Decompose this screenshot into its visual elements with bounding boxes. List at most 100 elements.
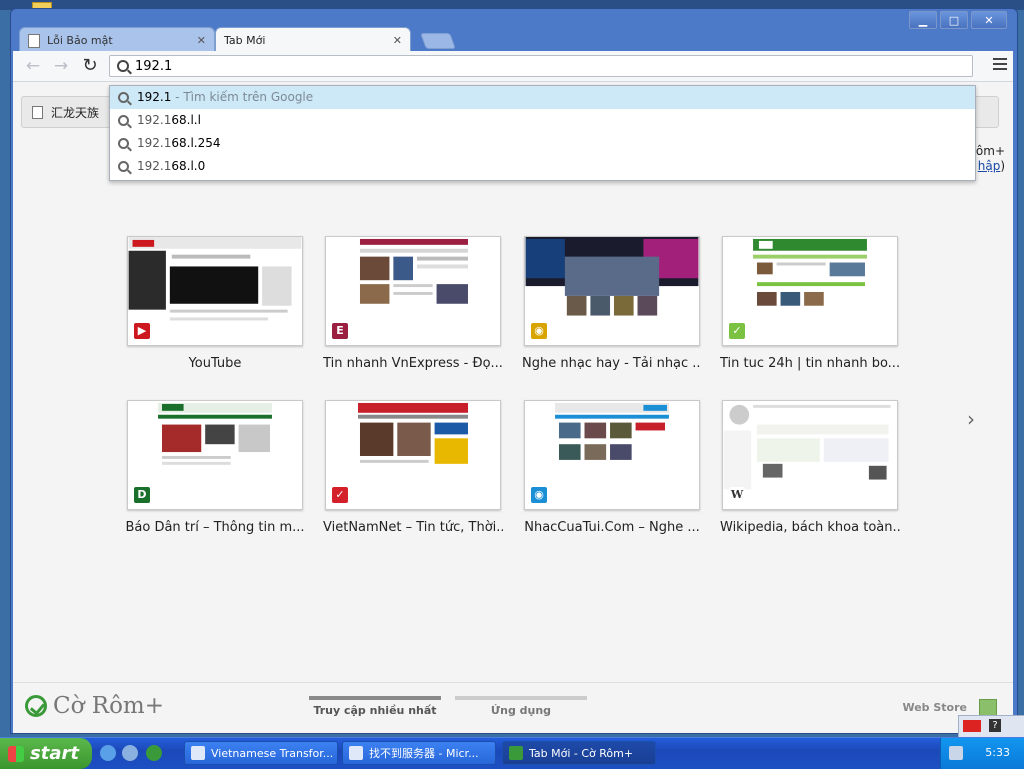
taskbar-item-label: Vietnamese Transfor... bbox=[211, 746, 334, 760]
suggestion-item[interactable]: 192.168.l.254 bbox=[110, 132, 975, 155]
back-button[interactable]: ← bbox=[23, 56, 43, 76]
signin-promo: ôm+ hập) bbox=[976, 144, 1005, 174]
tile-title[interactable]: NhacCuaTui.Com – Nghe ... bbox=[522, 520, 702, 535]
24h-favicon-icon: ✓ bbox=[729, 323, 745, 339]
tile-title[interactable]: YouTube bbox=[125, 356, 305, 371]
thumbnail-image bbox=[555, 402, 669, 460]
thumbnail-image bbox=[525, 237, 699, 316]
search-icon bbox=[117, 60, 129, 72]
language-bar[interactable]: ? bbox=[958, 715, 1024, 739]
thumbnail-image bbox=[358, 402, 468, 464]
next-page-arrow-icon[interactable]: › bbox=[967, 407, 975, 431]
taskbar-item-label: 找不到服务器 - Micr... bbox=[369, 747, 479, 760]
signin-paren: ) bbox=[1000, 159, 1005, 173]
windows-logo-icon bbox=[8, 745, 24, 762]
suggestion-completion: 68.l.l bbox=[171, 113, 201, 127]
system-tray: 5:33 bbox=[940, 738, 1024, 769]
suggestion-item[interactable]: 192.1 - Tìm kiếm trên Google bbox=[110, 86, 975, 109]
taskbar-item[interactable]: Vietnamese Transfor... bbox=[184, 741, 338, 765]
webstore-link[interactable]: Web Store bbox=[902, 701, 967, 714]
taskbar-item[interactable]: Tab Mới - Cờ Rôm+ bbox=[502, 741, 656, 765]
most-visited-tile-youtube[interactable]: ▶ bbox=[127, 236, 303, 346]
most-visited-tile-nhaccuatui[interactable]: ◉ bbox=[524, 400, 700, 510]
tab-close-icon[interactable]: ✕ bbox=[197, 34, 206, 47]
internet-explorer-icon bbox=[349, 746, 363, 760]
suggestion-completion: 68.l.254 bbox=[171, 136, 221, 150]
most-visited-tile-vietnamnet[interactable]: ✓ bbox=[325, 400, 501, 510]
bookmark-label: 汇龙天族 bbox=[51, 106, 100, 120]
tab-apps[interactable]: Ứng dụng bbox=[455, 696, 587, 717]
most-visited-tile-dantri[interactable]: D bbox=[127, 400, 303, 510]
suggestion-typed: 192.1 bbox=[137, 113, 172, 127]
most-visited-tile-24h[interactable]: ✓ bbox=[722, 236, 898, 346]
bookmark-item[interactable]: 汇龙天族 bbox=[32, 104, 99, 121]
most-visited-tile-nghenhac[interactable]: ◉ bbox=[524, 236, 700, 346]
tab-new-tab[interactable]: Tab Mới ✕ bbox=[215, 27, 411, 53]
vnexpress-favicon-icon: E bbox=[332, 323, 348, 339]
menu-button[interactable] bbox=[993, 58, 1007, 72]
thumbnail-image bbox=[158, 402, 272, 465]
forward-button[interactable]: → bbox=[51, 56, 71, 76]
taskbar-item[interactable]: 找不到服务器 - Micr... bbox=[342, 741, 496, 765]
start-label: start bbox=[30, 743, 79, 764]
suggestion-typed: 192.1 bbox=[137, 136, 172, 150]
suggestion-completion: 68.l.0 bbox=[171, 159, 206, 173]
coc-coc-quicklaunch-icon[interactable] bbox=[146, 745, 162, 761]
search-icon bbox=[118, 92, 129, 103]
close-window-button[interactable]: ✕ bbox=[971, 11, 1007, 29]
thumbnail-image bbox=[723, 404, 891, 490]
start-button[interactable]: start bbox=[0, 738, 92, 769]
omnibox[interactable] bbox=[109, 55, 973, 77]
clock[interactable]: 5:33 bbox=[985, 746, 1010, 759]
new-tab-button[interactable] bbox=[420, 33, 456, 49]
address-input[interactable] bbox=[135, 57, 955, 75]
reload-button[interactable]: ↻ bbox=[80, 56, 100, 76]
tab-label: Tab Mới bbox=[224, 34, 266, 47]
bottom-bar: Cờ Rôm+ Truy cập nhiều nhất Ứng dụng Web… bbox=[13, 682, 1013, 734]
signin-link[interactable]: hập bbox=[978, 159, 1001, 173]
tab-most-visited[interactable]: Truy cập nhiều nhất bbox=[309, 696, 441, 717]
toolbar: ← → ↻ bbox=[13, 51, 1013, 82]
minimize-button[interactable]: ▁ bbox=[909, 11, 937, 29]
most-visited-tile-vnexpress[interactable]: E bbox=[325, 236, 501, 346]
suggestion-item[interactable]: 192.168.l.l bbox=[110, 109, 975, 132]
tile-title[interactable]: Tin nhanh VnExpress - Đọ... bbox=[323, 356, 503, 371]
thumbnail-image bbox=[753, 238, 867, 306]
chinese-flag-icon bbox=[963, 720, 981, 732]
nghenhac-favicon-icon: ◉ bbox=[531, 323, 547, 339]
thumbnail-image bbox=[128, 237, 302, 321]
suggestion-hint: - Tìm kiếm trên Google bbox=[171, 90, 314, 104]
tile-title[interactable]: Wikipedia, bách khoa toàn... bbox=[720, 520, 900, 535]
tile-title[interactable]: VietNamNet – Tin tức, Thời... bbox=[323, 520, 503, 535]
logo-icon bbox=[25, 695, 47, 717]
browser-window: ▁ □ ✕ Lỗi Bảo mật ✕ Tab Mới ✕ ← → ↻ 192.… bbox=[10, 8, 1018, 734]
signin-text: ôm+ bbox=[975, 144, 1005, 158]
help-icon[interactable]: ? bbox=[989, 719, 1001, 732]
tile-title[interactable]: Tin tuc 24h | tin nhanh bo... bbox=[720, 356, 900, 371]
show-desktop-icon[interactable] bbox=[122, 745, 138, 761]
search-icon bbox=[118, 161, 129, 172]
menu-bar-icon bbox=[993, 58, 1007, 60]
thumbnail-image bbox=[359, 238, 468, 304]
search-icon bbox=[118, 138, 129, 149]
taskbar-item-label: Tab Mới - Cờ Rôm+ bbox=[529, 746, 634, 760]
page-icon bbox=[32, 106, 43, 119]
tab-strip: Lỗi Bảo mật ✕ Tab Mới ✕ bbox=[19, 27, 619, 53]
tab-label: Lỗi Bảo mật bbox=[47, 34, 113, 47]
tile-title[interactable]: Báo Dân trí – Thông tin m... bbox=[125, 520, 305, 535]
tray-icon[interactable] bbox=[949, 746, 963, 760]
taskbar: start Vietnamese Transfor... 找不到服务器 - Mi… bbox=[0, 737, 1024, 769]
nhaccuatui-favicon-icon: ◉ bbox=[531, 487, 547, 503]
tab-close-icon[interactable]: ✕ bbox=[393, 34, 402, 47]
autocomplete-dropdown: 192.1 - Tìm kiếm trên Google 192.168.l.l… bbox=[109, 85, 976, 181]
tab-security-error[interactable]: Lỗi Bảo mật ✕ bbox=[19, 27, 215, 53]
dantri-favicon-icon: D bbox=[134, 487, 150, 503]
suggestion-item[interactable]: 192.168.l.0 bbox=[110, 155, 975, 178]
maximize-button[interactable]: □ bbox=[940, 11, 968, 29]
window-controls: ▁ □ ✕ bbox=[909, 11, 1007, 29]
logo-text: Cờ Rôm+ bbox=[53, 693, 165, 719]
tile-title[interactable]: Nghe nhạc hay - Tải nhạc ... bbox=[522, 356, 702, 371]
word-icon bbox=[191, 746, 205, 760]
most-visited-tile-wikipedia[interactable]: W bbox=[722, 400, 898, 510]
internet-explorer-icon[interactable] bbox=[100, 745, 116, 761]
